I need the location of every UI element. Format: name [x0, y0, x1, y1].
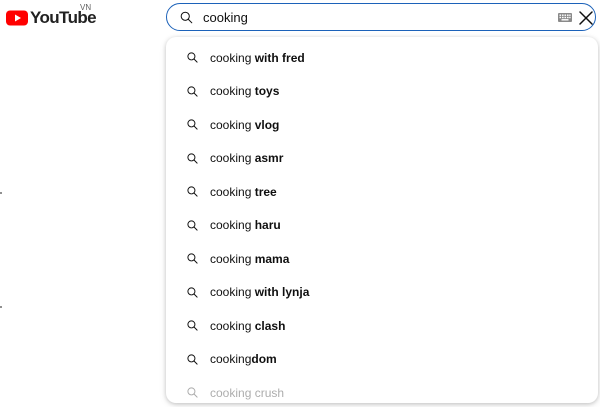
search-suggestions-dropdown: cooking with fred cooking toys cooking vlo…	[166, 37, 598, 403]
suggestion-typed-part: cooking	[210, 352, 252, 367]
suggestion-item[interactable]: cooking clash	[166, 309, 598, 343]
suggestion-list: cooking with fred cooking toys cooking vlo…	[166, 37, 598, 403]
suggestion-item[interactable]: cooking asmr	[166, 142, 598, 176]
suggestion-completion-part: dom	[251, 352, 277, 367]
suggestion-completion-part: with fred	[251, 50, 305, 65]
edge-mark	[0, 306, 2, 308]
suggestion-item[interactable]: cooking with lynja	[166, 276, 598, 310]
search-box[interactable]	[166, 3, 596, 31]
search-icon	[187, 320, 198, 331]
suggestion-item[interactable]: cooking tree	[166, 175, 598, 209]
suggestion-completion-part: haru	[251, 218, 281, 233]
suggestion-text: cooking with lynja	[210, 285, 309, 299]
search-icon	[187, 86, 198, 97]
suggestion-typed-part: cooking	[210, 251, 252, 266]
keyboard-icon[interactable]	[558, 13, 572, 22]
search-icon	[187, 186, 198, 197]
search-icon	[187, 220, 198, 231]
suggestion-item[interactable]: cooking haru	[166, 209, 598, 243]
suggestion-text: cooking haru	[210, 218, 281, 232]
suggestion-typed-part: cooking	[210, 50, 252, 65]
suggestion-text: cookingdom	[210, 352, 277, 366]
search-input[interactable]	[203, 8, 543, 26]
suggestion-completion-part: clash	[251, 318, 286, 333]
suggestion-completion-part: asmr	[251, 151, 284, 166]
suggestion-text: cooking vlog	[210, 118, 279, 132]
suggestion-completion-part: mama	[251, 251, 290, 266]
suggestion-completion-part: with lynja	[251, 285, 310, 300]
search-icon	[187, 287, 198, 298]
suggestion-text: cooking crush	[210, 386, 284, 400]
suggestion-text: cooking with fred	[210, 51, 305, 65]
search-icon	[187, 52, 198, 63]
suggestion-text: cooking tree	[210, 185, 277, 199]
suggestion-item[interactable]: cooking with fred	[166, 41, 598, 75]
search-icon	[187, 387, 198, 398]
suggestion-text: cooking mama	[210, 252, 289, 266]
search-icon	[187, 354, 198, 365]
logo-region-code: VN	[80, 3, 92, 12]
suggestion-typed-part: cooking	[210, 84, 252, 99]
suggestion-item[interactable]: cooking toys	[166, 75, 598, 109]
search-icon	[187, 253, 198, 264]
suggestion-typed-part: cooking	[210, 385, 252, 400]
suggestion-typed-part: cooking	[210, 318, 252, 333]
suggestion-typed-part: cooking	[210, 117, 252, 132]
search-icon	[187, 119, 198, 130]
suggestion-item[interactable]: cooking mama	[166, 242, 598, 276]
edge-mark	[0, 192, 2, 194]
suggestion-text: cooking toys	[210, 84, 279, 98]
suggestion-text: cooking clash	[210, 319, 285, 333]
suggestion-text: cooking asmr	[210, 151, 283, 165]
suggestion-typed-part: cooking	[210, 285, 252, 300]
youtube-play-icon	[6, 10, 28, 26]
page: YouTube VN cooking with fre	[0, 0, 600, 407]
suggestion-completion-part: vlog	[251, 117, 280, 132]
suggestion-completion-part: crush	[251, 385, 285, 400]
suggestion-completion-part: toys	[251, 84, 280, 99]
suggestion-item[interactable]: cooking vlog	[166, 108, 598, 142]
close-icon[interactable]	[578, 10, 594, 26]
suggestion-typed-part: cooking	[210, 218, 252, 233]
suggestion-item[interactable]: cooking crush	[166, 376, 598, 403]
search-icon	[180, 11, 193, 24]
suggestion-completion-part: tree	[251, 184, 277, 199]
suggestion-item[interactable]: cookingdom	[166, 343, 598, 377]
suggestion-typed-part: cooking	[210, 151, 252, 166]
search-icon	[187, 153, 198, 164]
suggestion-typed-part: cooking	[210, 184, 252, 199]
